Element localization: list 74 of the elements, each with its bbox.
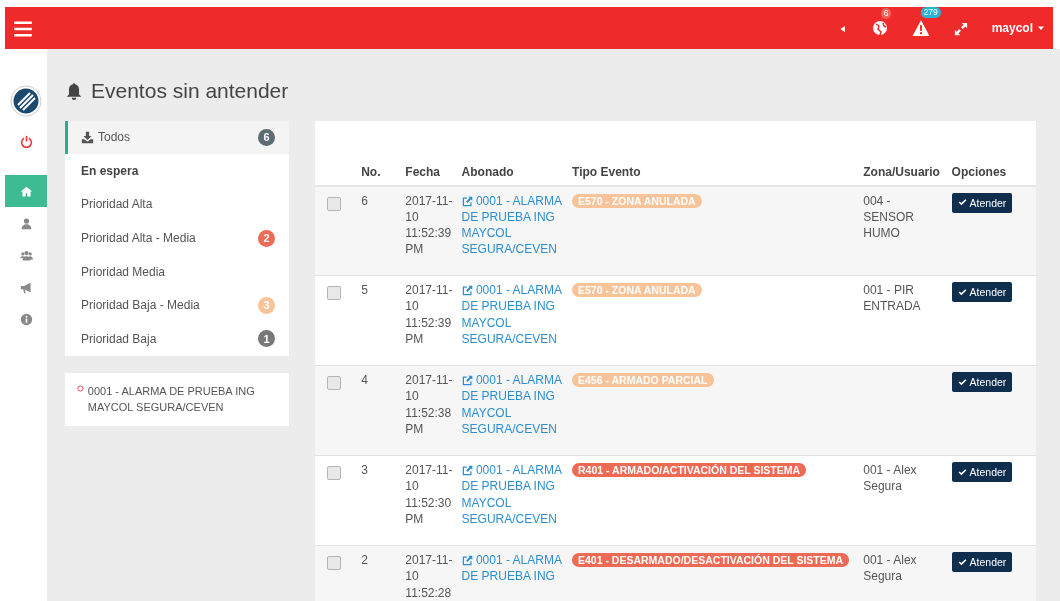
filter-item[interactable]: Prioridad Baja 1 bbox=[65, 322, 289, 356]
sidebar-button[interactable] bbox=[5, 175, 47, 207]
home-icon bbox=[19, 184, 33, 198]
expand-icon bbox=[953, 21, 968, 36]
caret-down-icon bbox=[1037, 24, 1045, 32]
count-badge: 6 bbox=[880, 8, 892, 19]
table-cell: 6 bbox=[357, 185, 402, 276]
bell-icon bbox=[65, 81, 83, 100]
table-cell: 2 bbox=[357, 545, 402, 601]
external-link-icon bbox=[461, 195, 473, 207]
table-cell: 2017-11-10 11:52:28 bbox=[401, 545, 458, 601]
filter-heading: En espera bbox=[81, 162, 139, 180]
column-header: Fecha bbox=[401, 158, 458, 186]
event-tag: E456 - ARMADO PARCIAL bbox=[572, 373, 714, 387]
event-tag: E570 - ZONA ANULADA bbox=[572, 193, 702, 208]
external-link-icon bbox=[461, 465, 473, 477]
column-header: Tipo Evento bbox=[568, 158, 860, 186]
check-icon bbox=[957, 198, 967, 208]
page-title: Eventos sin antender bbox=[91, 78, 289, 104]
count-badge: 1 bbox=[258, 330, 275, 348]
users-icon bbox=[19, 248, 33, 262]
attend-button[interactable]: Atender bbox=[951, 282, 1013, 303]
filter-item[interactable]: Prioridad Alta bbox=[65, 187, 289, 222]
column-header: Opciones bbox=[947, 158, 1036, 186]
column-header: Abonado bbox=[457, 158, 568, 186]
info-icon bbox=[19, 312, 33, 326]
external-link-icon bbox=[461, 285, 473, 297]
download-icon bbox=[81, 130, 94, 144]
check-icon bbox=[957, 467, 967, 477]
event-tag: E401 - DESARMADO/DESACTIVACIÓN DEL SISTEMA bbox=[572, 553, 850, 567]
subscriber-link[interactable]: 0001 - ALARMA DE PRUEBA ING MAYCOL SEGURA/CEVEN bbox=[461, 282, 564, 348]
table-cell: 2017-11-10 11:52:38 PM bbox=[401, 365, 458, 456]
count-badge: 279 bbox=[920, 7, 941, 18]
attend-button[interactable]: Atender bbox=[951, 552, 1013, 573]
attend-button[interactable]: Atender bbox=[951, 462, 1013, 483]
check-icon bbox=[957, 287, 967, 297]
filter-item[interactable]: Prioridad Baja - Media 3 bbox=[65, 288, 289, 323]
row-checkbox[interactable] bbox=[327, 196, 341, 211]
table-cell: 001 - Alex Segura bbox=[859, 545, 948, 601]
row-checkbox[interactable] bbox=[327, 376, 341, 390]
table-cell: 2017-11-10 11:52:39 PM bbox=[401, 185, 458, 276]
column-header: No. bbox=[357, 158, 402, 186]
filter-item[interactable]: Prioridad Alta - Media 2 bbox=[65, 221, 289, 255]
user-icon bbox=[19, 216, 33, 230]
check-icon bbox=[957, 557, 967, 567]
row-checkbox[interactable] bbox=[327, 466, 341, 480]
row-checkbox[interactable] bbox=[327, 556, 341, 570]
event-tag: E570 - ZONA ANULADA bbox=[572, 283, 702, 297]
count-badge: 3 bbox=[258, 296, 275, 314]
alert-button[interactable] bbox=[911, 19, 930, 37]
globe-icon bbox=[871, 20, 888, 36]
external-link-icon bbox=[461, 555, 473, 567]
check-icon bbox=[957, 377, 967, 387]
count-badge: 6 bbox=[258, 128, 275, 146]
circle-icon bbox=[77, 382, 84, 394]
power-icon bbox=[19, 134, 33, 148]
filter-item[interactable]: Prioridad Media bbox=[65, 254, 289, 289]
subscriber-label: 0001 - ALARMA DE PRUEBA ING MAYCOL SEGURA/CEVEN bbox=[87, 383, 256, 416]
attend-button[interactable]: Atender bbox=[951, 372, 1013, 393]
bullhorn-icon bbox=[19, 280, 33, 294]
table-cell: 004 - SENSOR HUMO bbox=[859, 185, 948, 276]
logo-icon bbox=[10, 85, 42, 117]
attend-button[interactable]: Atender bbox=[951, 192, 1013, 213]
external-link-icon bbox=[461, 375, 473, 387]
filter-item[interactable]: Todos 6 bbox=[65, 120, 289, 155]
count-badge: 2 bbox=[258, 229, 275, 247]
globe-button[interactable] bbox=[871, 20, 888, 36]
subscriber-link[interactable]: 0001 - ALARMA DE PRUEBA ING MAYCOL SEGURA/CEVEN bbox=[461, 462, 564, 528]
user-menu[interactable]: maycol bbox=[991, 19, 1045, 37]
row-checkbox[interactable] bbox=[327, 286, 341, 300]
column-header: Zona/Usuario bbox=[859, 158, 948, 186]
warning-icon bbox=[911, 19, 930, 37]
table-cell: 4 bbox=[357, 365, 402, 456]
event-tag: R401 - ARMADO/ACTIVACIÓN DEL SISTEMA bbox=[572, 463, 807, 477]
